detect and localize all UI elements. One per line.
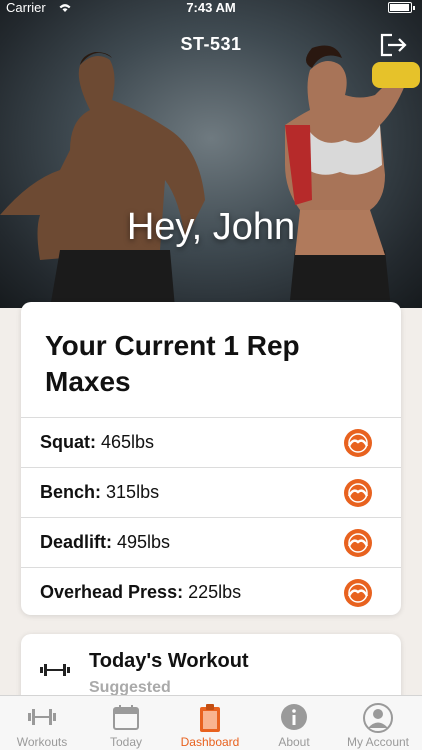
tab-label: Dashboard	[180, 735, 240, 749]
lift-value: 225lbs	[188, 582, 242, 602]
dumbbell-icon	[40, 664, 70, 676]
max-row-overhead-press[interactable]: Overhead Press: 225lbs	[21, 567, 401, 617]
lift-value: 495lbs	[117, 532, 171, 552]
tab-label: Today	[109, 735, 143, 749]
card-title: Your Current 1 Rep Maxes	[45, 330, 300, 397]
info-icon	[281, 704, 307, 730]
orange-dial-icon[interactable]	[343, 528, 373, 558]
lift-name: Overhead Press:	[40, 582, 184, 602]
max-row-deadlift[interactable]: Deadlift: 495lbs	[21, 517, 401, 567]
clipboard-icon	[200, 704, 220, 732]
tab-today[interactable]: Today	[84, 696, 168, 750]
tab-label: My Account	[346, 735, 410, 749]
calendar-icon	[113, 705, 139, 730]
lift-name: Squat:	[40, 432, 96, 452]
logout-icon[interactable]	[378, 32, 408, 58]
tab-dashboard[interactable]: Dashboard	[168, 696, 252, 750]
max-row-squat[interactable]: Squat: 465lbs	[21, 417, 401, 467]
tab-about[interactable]: About	[252, 696, 336, 750]
battery-icon	[388, 2, 415, 13]
page-title: ST-531	[180, 34, 242, 54]
status-time: 7:43 AM	[186, 0, 236, 15]
lift-name: Deadlift:	[40, 532, 112, 552]
tab-bar: Workouts Today Dashboard About My Accoun…	[0, 695, 422, 750]
greeting-text: Hey, John	[126, 206, 296, 248]
orange-dial-icon[interactable]	[343, 478, 373, 508]
rep-maxes-card: Your Current 1 Rep Maxes Squat: 465lbs B…	[21, 302, 401, 615]
hero-banner: Carrier 7:43 AM ST-531 Hey, John	[0, 0, 422, 308]
max-row-bench[interactable]: Bench: 315lbs	[21, 467, 401, 517]
lift-value: 465lbs	[101, 432, 155, 452]
orange-dial-icon[interactable]	[343, 578, 373, 608]
lift-value: 315lbs	[106, 482, 160, 502]
user-icon	[363, 703, 393, 733]
orange-dial-icon[interactable]	[343, 428, 373, 458]
lift-name: Bench:	[40, 482, 102, 502]
tab-label: About	[278, 735, 310, 749]
dumbbell-icon	[28, 709, 56, 725]
tab-workouts[interactable]: Workouts	[0, 696, 84, 750]
tab-label: Workouts	[16, 735, 68, 749]
tab-my-account[interactable]: My Account	[336, 696, 420, 750]
status-bar: Carrier 7:43 AM	[0, 0, 422, 18]
workout-title: Today's Workout	[89, 650, 249, 672]
